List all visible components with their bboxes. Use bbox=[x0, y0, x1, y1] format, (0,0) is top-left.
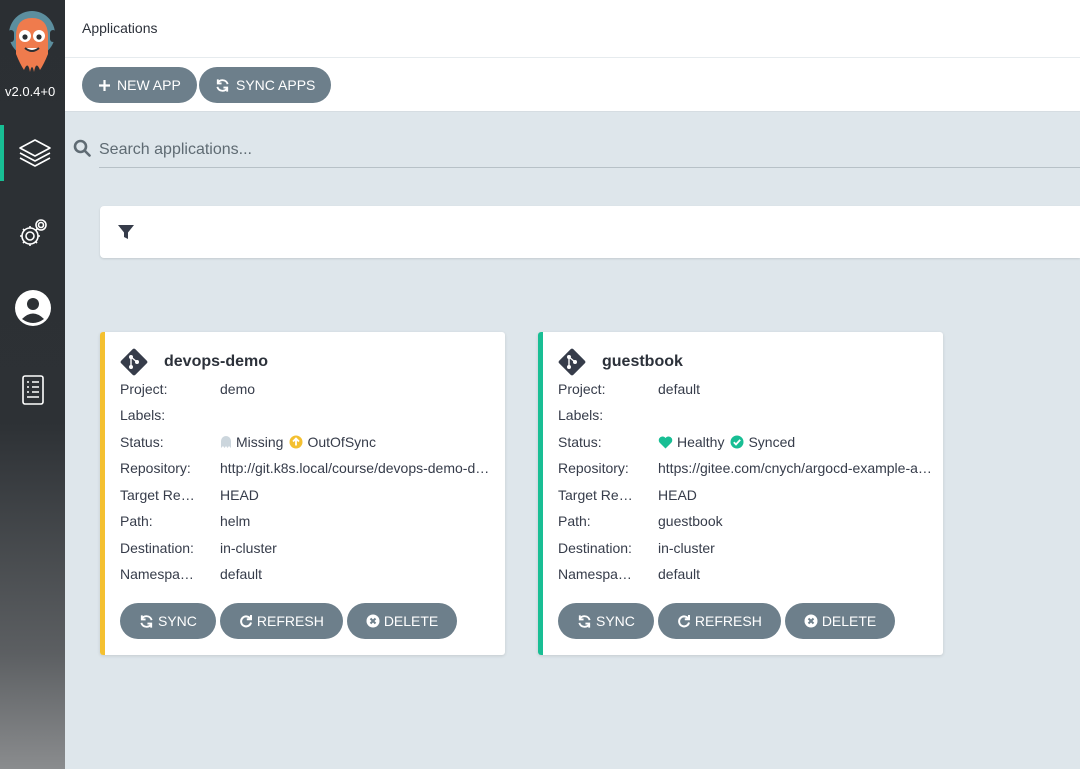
target-revision-value: HEAD bbox=[220, 487, 259, 503]
namespace-value: default bbox=[658, 566, 701, 582]
namespace-label: Namespace: bbox=[120, 566, 198, 582]
project-label: Project: bbox=[120, 381, 168, 397]
sync-label: SYNC bbox=[158, 613, 197, 629]
sync-icon bbox=[578, 614, 591, 628]
status-stripe bbox=[100, 332, 105, 655]
path-value: helm bbox=[220, 513, 251, 529]
status-label: Status: bbox=[558, 434, 602, 450]
delete-button[interactable]: DELETE bbox=[346, 603, 458, 639]
delete-label: DELETE bbox=[821, 613, 877, 629]
sync-apps-button[interactable]: SYNC APPS bbox=[199, 67, 332, 103]
repository-label: Repository: bbox=[558, 460, 629, 476]
status-stripe bbox=[538, 332, 543, 655]
filter-bar bbox=[100, 206, 1080, 258]
new-app-label: NEW APP bbox=[117, 77, 181, 93]
target-revision-label: Target Revision: bbox=[120, 487, 198, 503]
search-input[interactable] bbox=[99, 132, 1080, 168]
heart-icon bbox=[658, 436, 673, 448]
sidebar-item-applications[interactable] bbox=[0, 125, 65, 181]
destination-value: in-cluster bbox=[220, 540, 277, 556]
sidebar-item-user-info[interactable] bbox=[0, 280, 65, 336]
user-circle-icon bbox=[14, 290, 51, 326]
labels-label: Labels: bbox=[120, 407, 166, 423]
delete-button[interactable]: DELETE bbox=[784, 603, 896, 639]
health-status: Missing bbox=[236, 434, 284, 450]
destination-value: in-cluster bbox=[658, 540, 715, 556]
sync-icon bbox=[216, 78, 229, 92]
health-status: Healthy bbox=[677, 434, 725, 450]
book-icon bbox=[21, 375, 44, 405]
plus-icon bbox=[99, 79, 110, 91]
app-card-devops-demo[interactable]: devops-demo Project: demo Labels: Status:… bbox=[100, 332, 505, 655]
refresh-button[interactable]: REFRESH bbox=[219, 603, 343, 639]
close-circle-icon bbox=[366, 614, 380, 628]
sidebar: v2.0.4+0 bbox=[0, 0, 65, 769]
arrow-up-circle-icon bbox=[289, 435, 303, 449]
refresh-label: REFRESH bbox=[694, 613, 762, 629]
namespace-label: Namespace: bbox=[558, 566, 636, 582]
repository-value: https://gitee.com/cnych/argocd-example-a… bbox=[658, 460, 933, 476]
git-icon bbox=[558, 348, 586, 376]
sync-status: OutOfSync bbox=[307, 434, 376, 450]
project-value: default bbox=[658, 381, 701, 397]
destination-label: Destination: bbox=[558, 540, 632, 556]
refresh-icon bbox=[678, 615, 690, 628]
repository-value: http://git.k8s.local/course/devops-demo-… bbox=[220, 460, 495, 476]
sync-button[interactable]: SYNC bbox=[120, 603, 216, 639]
labels-label: Labels: bbox=[558, 407, 604, 423]
app-name[interactable]: guestbook bbox=[602, 353, 683, 371]
refresh-label: REFRESH bbox=[256, 613, 324, 629]
status-value: Missing OutOfSync bbox=[220, 434, 495, 450]
sync-status: Synced bbox=[748, 434, 796, 450]
target-revision-label: Target Revision: bbox=[558, 487, 636, 503]
toolbar: NEW APP SYNC APPS bbox=[65, 58, 1080, 112]
app-name[interactable]: devops-demo bbox=[164, 353, 268, 371]
sync-icon bbox=[140, 614, 153, 628]
repository-label: Repository: bbox=[120, 460, 191, 476]
refresh-icon bbox=[240, 615, 252, 628]
layers-icon bbox=[18, 139, 51, 167]
delete-label: DELETE bbox=[383, 613, 439, 629]
sync-apps-label: SYNC APPS bbox=[236, 77, 316, 93]
path-label: Path: bbox=[558, 513, 591, 529]
sync-button[interactable]: SYNC bbox=[558, 603, 654, 639]
page-title: Applications bbox=[82, 20, 158, 36]
sidebar-item-documentation[interactable] bbox=[0, 362, 65, 418]
git-icon bbox=[120, 348, 148, 376]
project-label: Project: bbox=[558, 381, 606, 397]
app-card-guestbook[interactable]: guestbook Project: default Labels: Status… bbox=[538, 332, 943, 655]
close-circle-icon bbox=[804, 614, 818, 628]
ghost-icon bbox=[221, 436, 231, 448]
path-value: guestbook bbox=[658, 513, 723, 529]
destination-label: Destination: bbox=[120, 540, 194, 556]
project-value: demo bbox=[220, 381, 256, 397]
filter-icon[interactable] bbox=[117, 223, 135, 241]
gears-icon bbox=[19, 219, 47, 246]
status-label: Status: bbox=[120, 434, 164, 450]
sync-label: SYNC bbox=[596, 613, 635, 629]
search-icon bbox=[73, 139, 91, 157]
path-label: Path: bbox=[120, 513, 153, 529]
namespace-value: default bbox=[220, 566, 263, 582]
refresh-button[interactable]: REFRESH bbox=[657, 603, 781, 639]
check-circle-icon bbox=[730, 435, 744, 449]
status-value: Healthy Synced bbox=[658, 434, 933, 450]
top-bar: Applications bbox=[65, 0, 1080, 58]
version-label: v2.0.4+0 bbox=[5, 84, 56, 99]
argo-logo-icon[interactable] bbox=[6, 10, 58, 80]
target-revision-value: HEAD bbox=[658, 487, 697, 503]
new-app-button[interactable]: NEW APP bbox=[82, 67, 197, 103]
sidebar-item-settings[interactable] bbox=[0, 205, 65, 261]
